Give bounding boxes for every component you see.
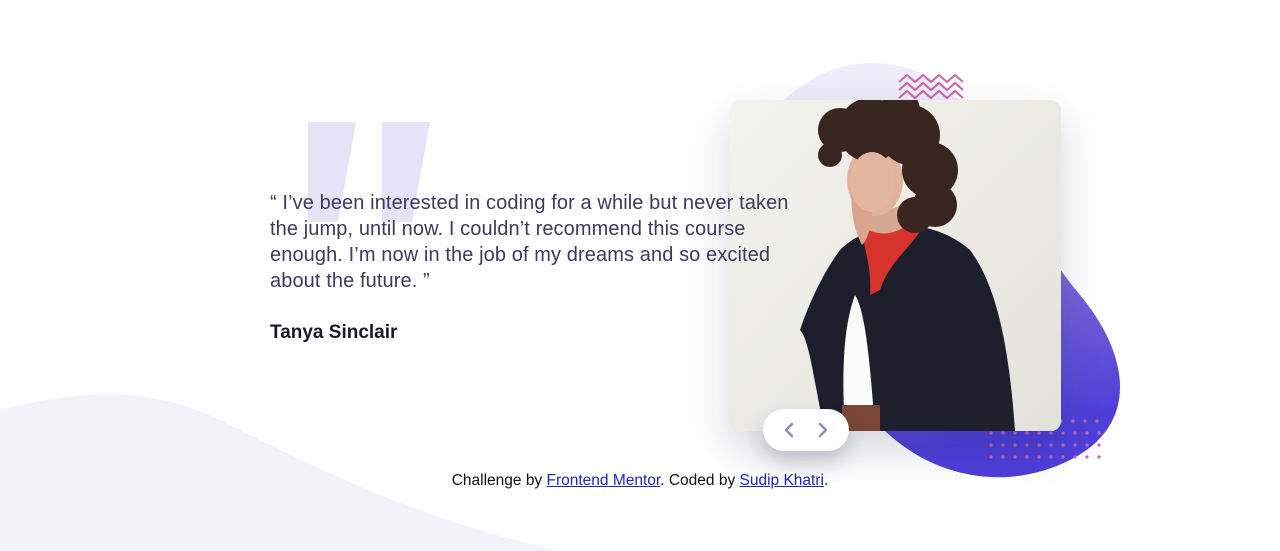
attribution-prefix: Challenge by xyxy=(451,472,547,489)
chevron-right-icon xyxy=(818,422,828,438)
testimonial-quote: “ I’ve been interested in coding for a w… xyxy=(270,192,789,292)
next-button[interactable] xyxy=(813,420,833,440)
frontend-mentor-link[interactable]: Frontend Mentor xyxy=(547,472,661,489)
chevron-left-icon xyxy=(784,422,794,438)
previous-button[interactable] xyxy=(779,420,799,440)
slider-navigation xyxy=(763,409,849,451)
zigzag-pattern xyxy=(898,74,964,100)
attribution: Challenge by Frontend Mentor. Coded by S… xyxy=(0,472,1280,490)
attribution-middle: . Coded by xyxy=(660,472,740,489)
attribution-suffix: . xyxy=(823,472,829,489)
author-name: Tanya Sinclair xyxy=(270,322,398,343)
author-link[interactable]: Sudip Khatri xyxy=(740,472,824,489)
testimonial-block: “ I’ve been interested in coding for a w… xyxy=(270,190,800,344)
